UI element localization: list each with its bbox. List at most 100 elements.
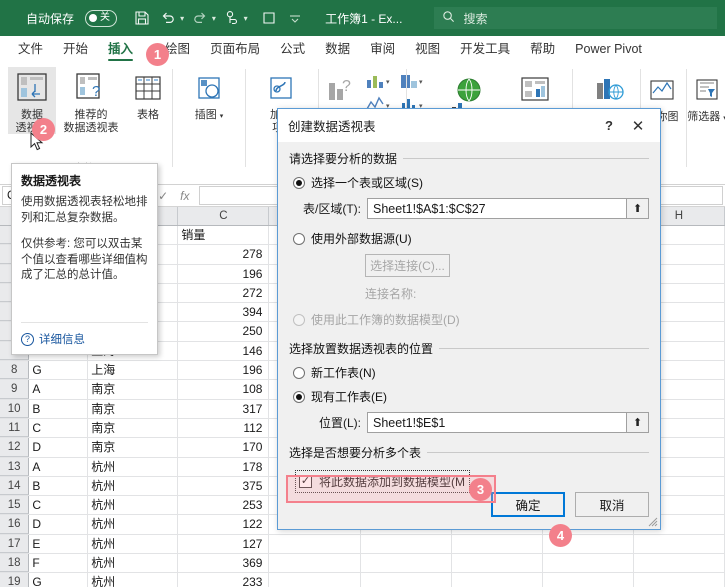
cell[interactable]: 122: [178, 515, 270, 534]
table-row[interactable]: 17 E 杭州 127: [0, 534, 725, 555]
range-input[interactable]: Sheet1!$A$1:$C$27: [367, 198, 627, 219]
save-icon[interactable]: [133, 6, 153, 30]
radio-row-existing-worksheet[interactable]: 现有工作表(E): [293, 388, 649, 405]
row-header[interactable]: 13: [0, 457, 30, 476]
cell[interactable]: 278: [178, 245, 270, 264]
location-input[interactable]: Sheet1!$E$1: [367, 412, 627, 433]
table-row[interactable]: 19 G 杭州 233: [0, 573, 725, 587]
ok-button[interactable]: 确定: [491, 492, 565, 517]
touch-mode-icon[interactable]: [222, 6, 242, 30]
cell[interactable]: 375: [178, 476, 270, 496]
cell[interactable]: [634, 534, 725, 554]
cell[interactable]: 146: [178, 341, 270, 361]
cell[interactable]: F: [29, 554, 89, 573]
row-header[interactable]: 11: [0, 418, 30, 438]
row-header[interactable]: 10: [0, 399, 30, 418]
cell[interactable]: 杭州: [88, 554, 179, 573]
row-header[interactable]: 12: [0, 438, 30, 457]
radio-existing-worksheet[interactable]: [293, 390, 305, 403]
radio-external-source[interactable]: [293, 232, 305, 245]
cell[interactable]: [361, 554, 452, 573]
cell[interactable]: [634, 573, 725, 587]
cell[interactable]: 南京: [88, 418, 179, 438]
cell[interactable]: C: [29, 418, 89, 438]
tab-power-pivot[interactable]: Power Pivot: [565, 36, 652, 63]
hierarchy-chart-chevron-down-icon[interactable]: ▾: [419, 78, 423, 86]
tab-home[interactable]: 开始: [53, 36, 98, 63]
cell[interactable]: 317: [178, 399, 270, 418]
cell[interactable]: 销量: [178, 226, 270, 245]
cell[interactable]: A: [29, 380, 89, 399]
radio-row-external-source[interactable]: 使用外部数据源(U): [293, 230, 649, 247]
dialog-title-bar[interactable]: 创建数据透视表 ? ✕: [278, 109, 660, 142]
cell[interactable]: [361, 534, 452, 554]
cell[interactable]: 233: [178, 573, 270, 587]
row-header[interactable]: 9: [0, 380, 30, 399]
dialog-help-icon[interactable]: ?: [596, 113, 622, 139]
row-header[interactable]: 16: [0, 515, 30, 534]
tab-help[interactable]: 帮助: [520, 36, 565, 63]
cell[interactable]: 250: [178, 322, 270, 341]
cell[interactable]: 南京: [88, 438, 179, 457]
cell[interactable]: 南京: [88, 380, 179, 399]
cell[interactable]: 杭州: [88, 457, 179, 476]
screentip-more-info-link[interactable]: ? 详细信息: [21, 331, 85, 347]
cell[interactable]: 170: [178, 438, 270, 457]
row-header[interactable]: 8: [0, 361, 30, 380]
cell[interactable]: 253: [178, 496, 270, 515]
cell[interactable]: D: [29, 438, 89, 457]
row-header[interactable]: 15: [0, 496, 30, 515]
column-chart-icon[interactable]: [362, 71, 388, 91]
touch-mode-chevron-down-icon[interactable]: ▾: [244, 14, 248, 23]
undo-chevron-down-icon[interactable]: ▾: [180, 14, 184, 23]
cell[interactable]: 127: [178, 534, 270, 554]
cell[interactable]: [452, 573, 543, 587]
dialog-close-icon[interactable]: ✕: [622, 113, 654, 139]
cell[interactable]: [452, 534, 543, 554]
cell[interactable]: B: [29, 399, 89, 418]
enter-formula-icon[interactable]: ✓: [158, 189, 168, 203]
cell[interactable]: [361, 573, 452, 587]
row-header[interactable]: 18: [0, 554, 30, 573]
cell[interactable]: 南京: [88, 399, 179, 418]
row-header[interactable]: 19: [0, 573, 30, 587]
tab-file[interactable]: 文件: [8, 36, 53, 63]
cell[interactable]: C: [29, 496, 89, 515]
insert-function-icon[interactable]: fx: [180, 189, 189, 203]
cell[interactable]: [269, 534, 361, 554]
tab-insert[interactable]: 插入: [98, 36, 143, 63]
location-collapse-dialog-icon[interactable]: ⬆: [627, 412, 649, 433]
table-row[interactable]: 18 F 杭州 369: [0, 554, 725, 574]
cell[interactable]: 杭州: [88, 534, 179, 554]
tab-view[interactable]: 视图: [405, 36, 450, 63]
column-chart-chevron-down-icon[interactable]: ▾: [386, 78, 390, 86]
redo-icon[interactable]: [190, 6, 210, 30]
range-collapse-dialog-icon[interactable]: ⬆: [627, 198, 649, 219]
tab-review[interactable]: 审阅: [360, 36, 405, 63]
cell[interactable]: G: [29, 361, 89, 380]
cell[interactable]: 369: [178, 554, 270, 573]
tab-developer[interactable]: 开发工具: [450, 36, 520, 63]
cell[interactable]: B: [29, 476, 89, 496]
cell[interactable]: 394: [178, 303, 270, 322]
cell[interactable]: 杭州: [88, 515, 179, 534]
tab-page-layout[interactable]: 页面布局: [200, 36, 270, 63]
cell[interactable]: E: [29, 534, 89, 554]
column-header-C[interactable]: C: [178, 207, 270, 225]
dialog-resize-grip[interactable]: [647, 516, 658, 527]
recommended-charts-icon[interactable]: ?: [324, 73, 358, 109]
cell[interactable]: 108: [178, 380, 270, 399]
cell[interactable]: 上海: [88, 361, 179, 380]
redo-chevron-down-icon[interactable]: ▾: [212, 14, 216, 23]
cell[interactable]: 杭州: [88, 573, 179, 587]
cell[interactable]: [543, 554, 634, 573]
cell[interactable]: 272: [178, 283, 270, 303]
radio-row-select-range[interactable]: 选择一个表或区域(S): [293, 174, 649, 191]
row-header[interactable]: 17: [0, 534, 30, 554]
search-box[interactable]: 搜索: [434, 7, 717, 29]
tab-formulas[interactable]: 公式: [270, 36, 315, 63]
cell[interactable]: 杭州: [88, 476, 179, 496]
undo-icon[interactable]: [158, 6, 178, 30]
cell[interactable]: D: [29, 515, 89, 534]
tab-data[interactable]: 数据: [315, 36, 360, 63]
